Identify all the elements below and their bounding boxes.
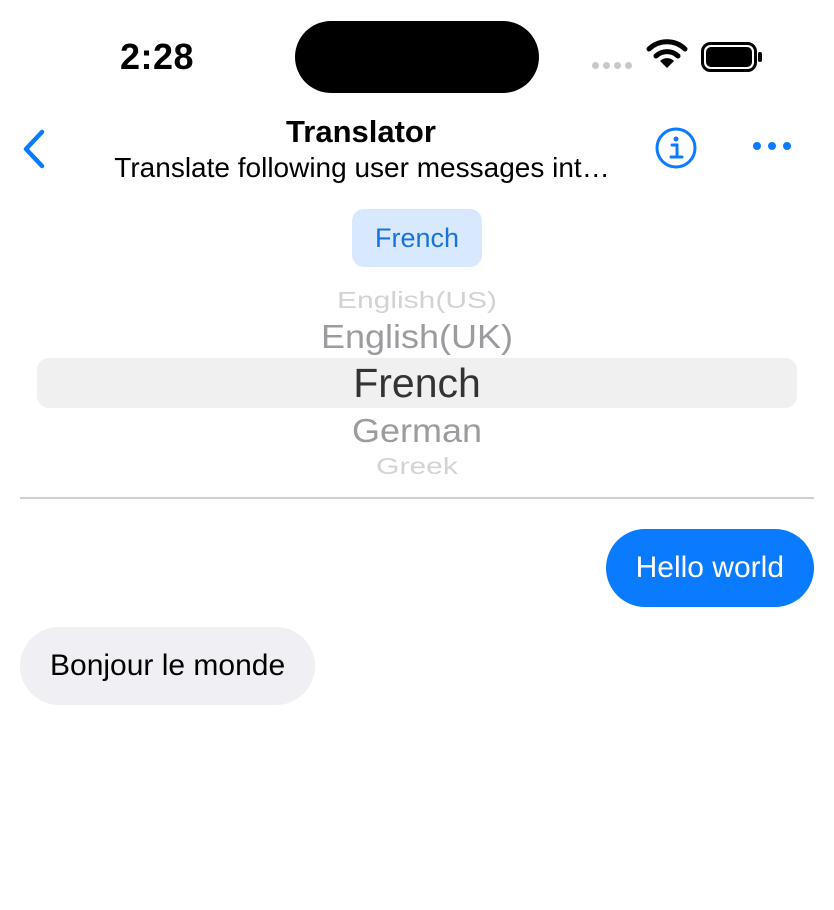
picker-item[interactable]: English(US) xyxy=(20,288,814,315)
navigation-bar: Translator Translate following user mess… xyxy=(0,110,834,200)
battery-icon xyxy=(701,42,763,77)
status-bar: 2:28 xyxy=(0,0,834,110)
chevron-left-icon xyxy=(20,129,50,174)
picker-item[interactable]: German xyxy=(20,412,814,451)
info-button[interactable] xyxy=(654,126,698,175)
language-picker[interactable]: English(US) English(UK) French German Gr… xyxy=(20,282,814,482)
info-circle-icon xyxy=(654,127,698,174)
status-time: 2:28 xyxy=(120,36,195,77)
chat-subtitle: Translate following user messages int… xyxy=(114,152,610,183)
language-chip-button[interactable]: French xyxy=(352,209,482,267)
picker-item[interactable]: Greek xyxy=(20,454,814,481)
more-button[interactable] xyxy=(750,136,794,161)
ellipsis-icon xyxy=(750,142,794,160)
divider xyxy=(20,497,814,499)
wifi-icon xyxy=(646,38,688,75)
cellular-signal-icon xyxy=(592,62,632,69)
picker-item[interactable]: English(UK) xyxy=(20,318,814,357)
message-bubble-outgoing[interactable]: Hello world xyxy=(605,529,814,607)
picker-item-selected[interactable]: French xyxy=(20,360,814,407)
dynamic-island xyxy=(295,21,539,93)
chat-title: Translator xyxy=(286,114,436,149)
message-bubble-incoming[interactable]: Bonjour le monde xyxy=(20,627,316,705)
